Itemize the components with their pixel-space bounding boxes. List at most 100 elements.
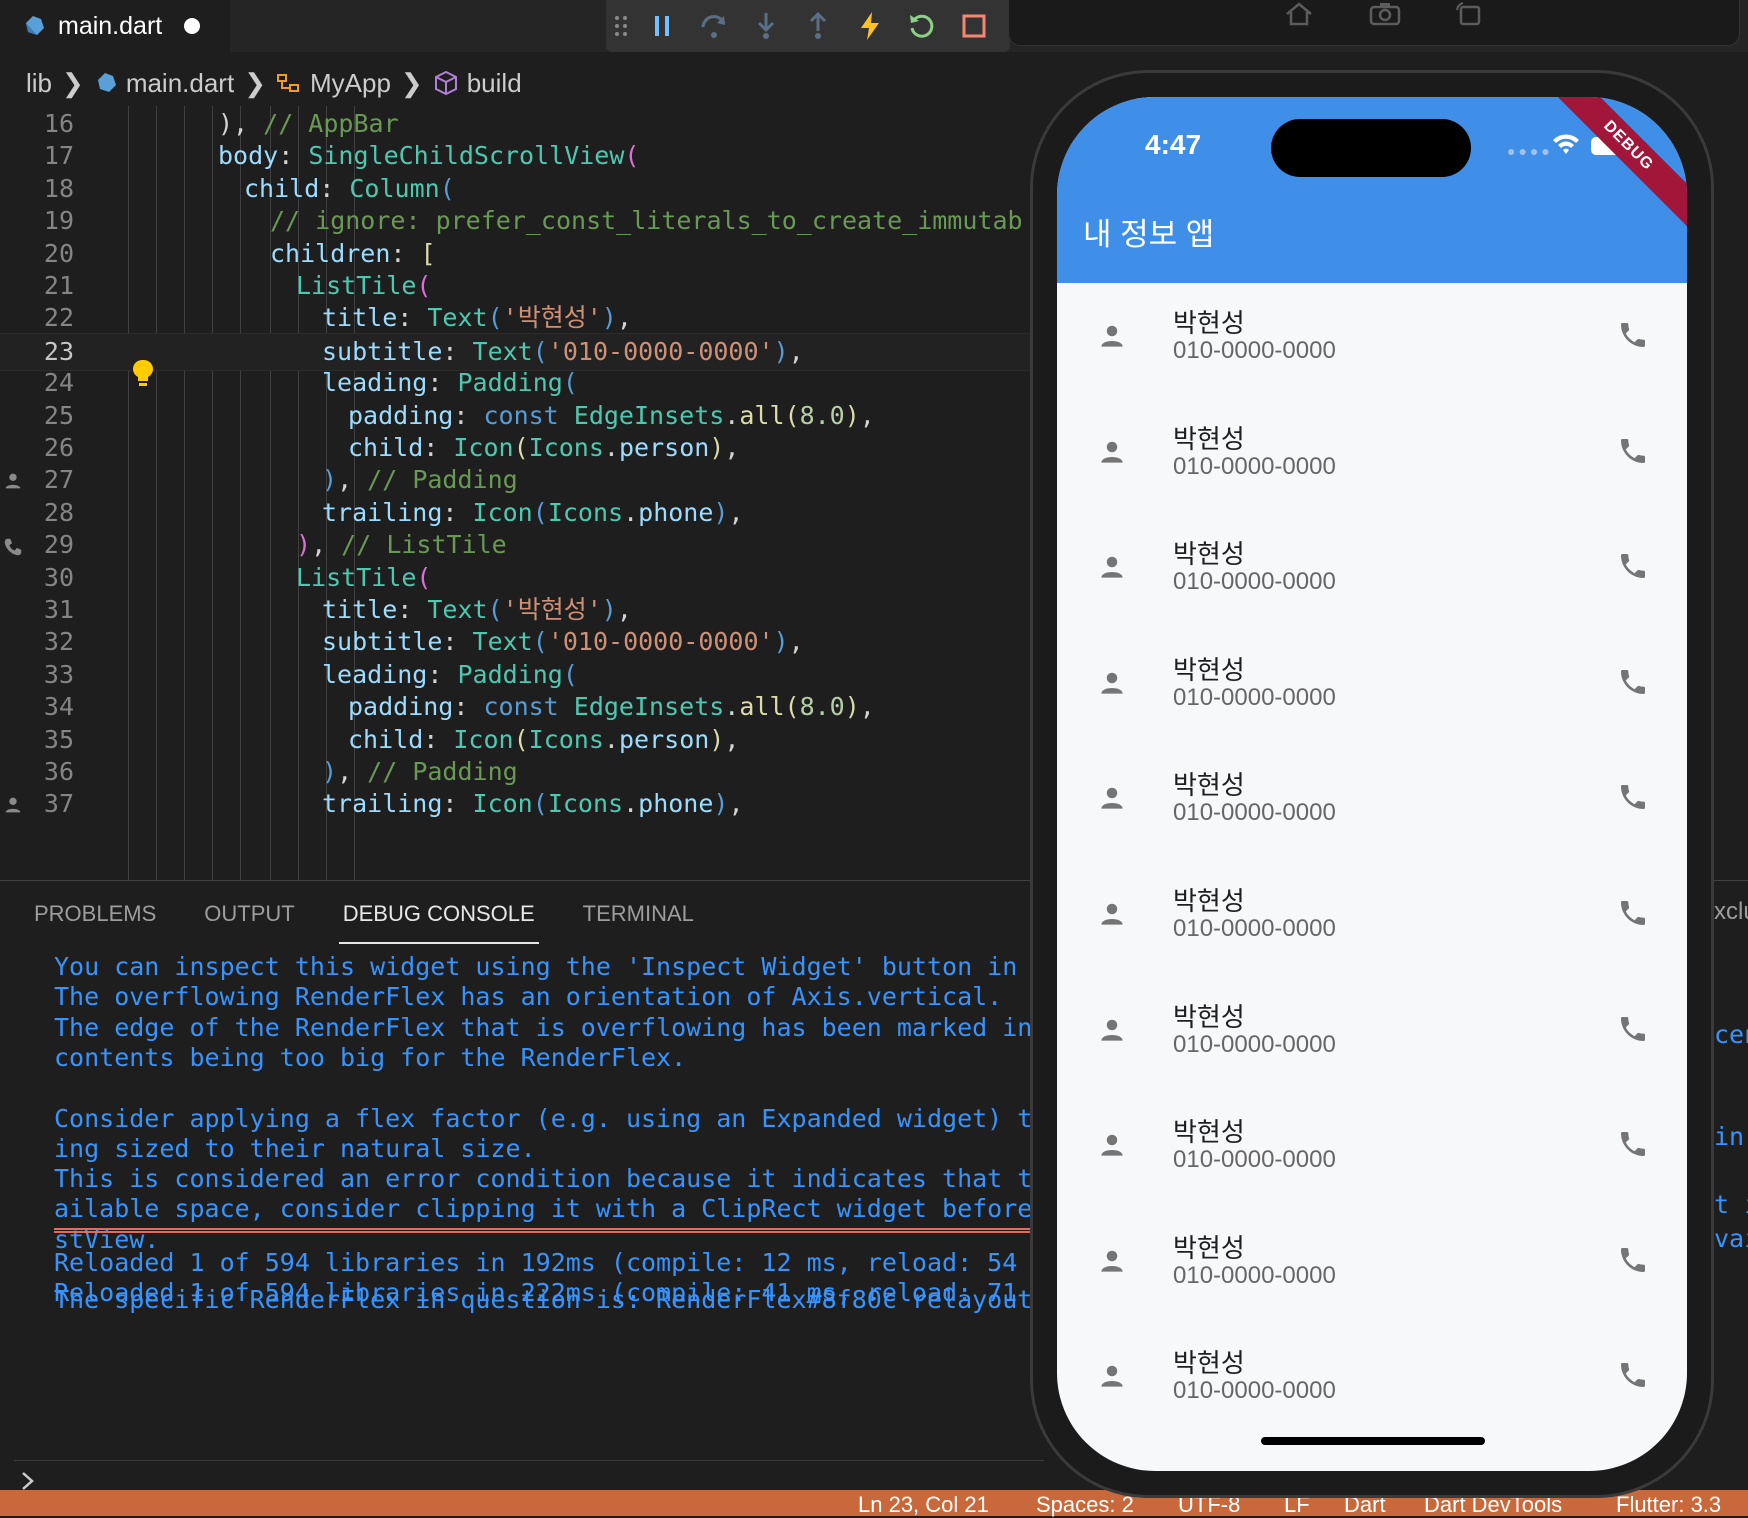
code-line[interactable]: 22 title: Text('박현성'), [0,300,1030,336]
code-token: : [427,368,458,398]
hot-reload-icon[interactable] [844,0,896,52]
tab-problems[interactable]: PROBLEMS [34,882,156,948]
code-editor[interactable]: 16), // AppBar 17 body: SingleChildScrollV… [0,106,1030,880]
chevron-right-icon: ❯ [244,67,266,98]
code-line[interactable]: 29), // ListTile [0,527,1030,563]
contact-list-tile[interactable]: 박현성 010-0000-0000 [1057,977,1687,1092]
code-token: : [397,595,428,624]
contact-list-tile[interactable]: 박현성 010-0000-0000 [1057,1323,1687,1438]
code-line[interactable]: 31 title: Text('박현성'), [0,592,1030,628]
stop-icon[interactable] [948,0,1000,52]
code-line[interactable]: 16), // AppBar [0,106,1030,142]
rotate-icon[interactable] [1455,2,1481,31]
breadcrumb-class[interactable]: MyApp [276,68,391,99]
console-line: Consider applying a flex factor (e.g. us… [54,1103,1030,1133]
code-line[interactable]: 36), // Padding [0,754,1030,790]
pause-icon[interactable] [636,0,688,52]
tab-terminal[interactable]: TERMINAL [583,882,694,948]
step-into-icon[interactable] [740,0,792,52]
console-line: This is considered an error condition be… [54,1164,1030,1194]
tab-output[interactable]: OUTPUT [204,882,294,948]
step-over-icon[interactable] [688,0,740,52]
code-token: : [423,724,454,754]
code-line[interactable]: 17 body: SingleChildScrollView( [0,138,1030,174]
tab-debug-console[interactable]: DEBUG CONSOLE [338,882,539,948]
panel-tabs: PROBLEMS OUTPUT DEBUG CONSOLE TERMINAL [0,882,1030,948]
status-flutter-version[interactable]: Flutter: 3.3 [1616,1492,1721,1518]
contact-list-tile[interactable]: 박현성 010-0000-0000 [1057,283,1687,398]
phone-icon[interactable] [1617,1359,1649,1396]
code-token: Icons [547,497,624,527]
drag-grip-icon[interactable] [606,0,636,52]
code-token: , [337,465,368,495]
code-line[interactable]: 19 // ignore: prefer_const_literals_to_cr… [0,203,1030,239]
code-token: ) [322,465,338,495]
code-text: padding: const EdgeInsets.all(8.0), [348,398,875,434]
code-line[interactable]: 30 ListTile( [0,560,1030,596]
phone-icon[interactable] [1617,319,1649,356]
code-token: subtitle [322,627,443,657]
code-text: ), // AppBar [218,106,399,142]
code-text: trailing: Icon(Icons.phone), [322,495,744,531]
code-line[interactable]: 26 child: Icon(Icons.person), [0,430,1030,466]
phone-icon[interactable] [1617,1013,1649,1050]
code-line[interactable]: 21 ListTile( [0,268,1030,304]
fragment: vai [1714,1224,1748,1253]
code-line[interactable]: 25 padding: const EdgeInsets.all(8.0), [0,398,1030,434]
phone-icon[interactable] [1617,897,1649,934]
code-line[interactable]: 33 leading: Padding( [0,657,1030,693]
breadcrumb-method[interactable]: build [433,68,522,99]
phone-icon[interactable] [1617,1244,1649,1281]
breadcrumb-label: main.dart [125,67,235,98]
code-line[interactable]: 37 trailing: Icon(Icons.phone), [0,786,1030,822]
dynamic-island [1271,119,1471,177]
code-text: title: Text('박현성'), [322,592,632,628]
status-cursor-position[interactable]: Ln 23, Col 21 [858,1492,989,1518]
home-indicator[interactable] [1261,1437,1485,1445]
line-number: 17 [43,141,74,171]
code-token: '박현성' [502,595,602,624]
breadcrumb-file[interactable]: main.dart [94,68,234,99]
breadcrumb-lib[interactable]: lib [26,68,52,99]
contact-list-tile[interactable]: 박현성 010-0000-0000 [1057,1208,1687,1323]
code-line[interactable]: 32 subtitle: Text('010-0000-0000'), [0,624,1030,660]
phone-icon[interactable] [1617,550,1649,587]
debug-console-output[interactable]: You can inspect this widget using the 'I… [54,950,1030,1460]
line-number: 36 [43,757,74,786]
code-token: title [322,303,398,333]
home-icon[interactable] [1284,2,1314,31]
contact-list-tile[interactable]: 박현성 010-0000-0000 [1057,514,1687,629]
unsaved-dot-icon[interactable] [184,18,201,34]
code-line[interactable]: 18 child: Column( [0,171,1030,207]
person-icon [1097,552,1127,587]
code-line[interactable]: 20 children: [ [0,236,1030,272]
status-indentation[interactable]: Spaces: 2 [1036,1492,1134,1518]
step-out-icon[interactable] [792,0,844,52]
code-token: , [724,433,740,462]
contact-list-tile[interactable]: 박현성 010-0000-0000 [1057,630,1687,745]
hot-restart-icon[interactable] [896,0,948,52]
screenshot-icon[interactable] [1369,2,1401,31]
code-text: ListTile( [296,560,431,596]
chevron-right-icon [22,1472,34,1490]
phone-icon[interactable] [1617,435,1649,472]
code-token: subtitle [322,336,443,366]
code-token: : [423,433,454,462]
code-line[interactable]: 35 child: Icon(Icons.person), [0,722,1030,758]
contact-list-tile[interactable]: 박현성 010-0000-0000 [1057,399,1687,514]
phone-icon[interactable] [1617,666,1649,703]
code-line[interactable]: 27), // Padding [0,462,1030,498]
contact-list-tile[interactable]: 박현성 010-0000-0000 [1057,1092,1687,1207]
code-line[interactable]: 34 padding: const EdgeInsets.all(8.0), [0,689,1030,725]
code-line[interactable]: 28 trailing: Icon(Icons.phone), [0,495,1030,531]
contact-list-tile[interactable]: 박현성 010-0000-0000 [1057,861,1687,976]
contact-list-tile[interactable]: 박현성 010-0000-0000 [1057,745,1687,860]
phone-icon[interactable] [1617,781,1649,818]
phone-screen[interactable]: 4:47 ●●●● DEBUG 내 정보 앱 박현성 010-0000-0000 박… [1057,97,1687,1471]
line-number: 35 [43,724,74,754]
tab-main-dart[interactable]: main.dart [0,0,230,52]
line-number: 32 [43,627,74,657]
contact-name: 박현성 [1173,1117,1245,1148]
phone-icon[interactable] [1617,1128,1649,1165]
lightbulb-icon[interactable] [130,358,156,392]
